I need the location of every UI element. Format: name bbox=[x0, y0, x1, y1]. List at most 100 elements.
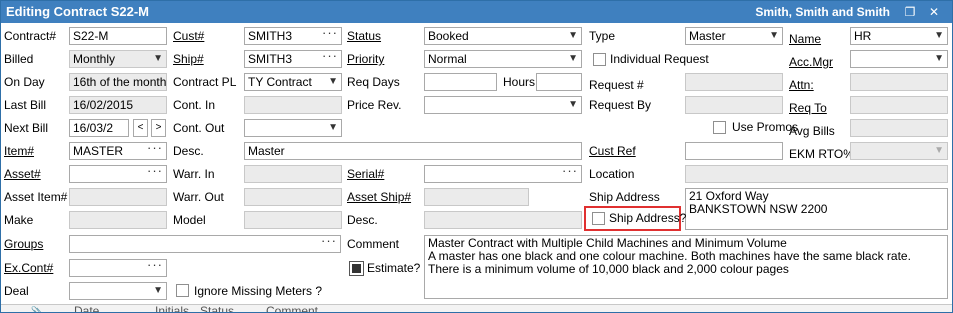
type-label: Type bbox=[589, 29, 616, 43]
company-name: Smith, Smith and Smith bbox=[755, 5, 890, 19]
lastbill-input[interactable]: 16/02/2015 bbox=[69, 96, 167, 114]
warrin-input[interactable] bbox=[244, 165, 342, 183]
groups-input[interactable]: ··· bbox=[69, 235, 341, 253]
warrout-label: Warr. Out bbox=[173, 190, 224, 204]
accmgr-select[interactable]: ▼ bbox=[850, 50, 948, 68]
requestby-label: Request By bbox=[589, 98, 652, 112]
avgbills-input[interactable] bbox=[850, 119, 948, 137]
desc2-label: Desc. bbox=[347, 213, 378, 227]
pricerev-select[interactable]: ▼ bbox=[424, 96, 582, 114]
cust-input[interactable]: SMITH3 ··· bbox=[244, 27, 342, 45]
contract-label: Contract# bbox=[4, 29, 57, 43]
use-promos-checkbox[interactable] bbox=[713, 121, 726, 134]
request-input[interactable] bbox=[685, 73, 783, 91]
custref-label: Cust Ref bbox=[589, 144, 636, 158]
status-label: Status bbox=[347, 29, 382, 43]
chevron-down-icon: ▼ bbox=[934, 145, 944, 156]
individual-request-checkbox[interactable] bbox=[593, 53, 606, 66]
item-input[interactable]: MASTER ··· bbox=[69, 142, 167, 160]
desc-input[interactable]: Master bbox=[244, 142, 582, 160]
excont-input[interactable]: ··· bbox=[69, 259, 167, 277]
assetitem-input[interactable] bbox=[69, 188, 167, 206]
ship-input[interactable]: SMITH3 ··· bbox=[244, 50, 342, 68]
attach-icon[interactable]: 📎 bbox=[31, 303, 42, 312]
lookup-icon[interactable]: ··· bbox=[321, 236, 337, 249]
priority-select[interactable]: Normal ▼ bbox=[424, 50, 582, 68]
request-label: Request # bbox=[589, 78, 644, 92]
contout-select[interactable]: ▼ bbox=[244, 119, 342, 137]
location-input[interactable] bbox=[685, 165, 948, 183]
desc2-input[interactable] bbox=[424, 211, 582, 229]
close-icon[interactable]: ✕ bbox=[926, 4, 942, 20]
grid-col-comment[interactable]: Comment bbox=[266, 303, 318, 312]
contout-label: Cont. Out bbox=[173, 121, 225, 135]
make-input[interactable] bbox=[69, 211, 167, 229]
make-label: Make bbox=[4, 213, 34, 227]
priority-label: Priority bbox=[347, 52, 385, 66]
attn-label: Attn: bbox=[789, 78, 814, 92]
cust-label: Cust# bbox=[173, 29, 205, 43]
item-label: Item# bbox=[4, 144, 35, 158]
nextbill-input[interactable]: 16/03/2 bbox=[69, 119, 129, 137]
hours-label: Hours bbox=[503, 75, 536, 89]
chevron-down-icon: ▼ bbox=[568, 53, 578, 64]
ignore-meters-checkbox[interactable] bbox=[176, 284, 189, 297]
prev-date-button[interactable]: < bbox=[133, 119, 148, 137]
next-date-button[interactable]: > bbox=[151, 119, 166, 137]
contractpl-select[interactable]: TY Contract ▼ bbox=[244, 73, 342, 91]
estimate-checkbox[interactable] bbox=[349, 261, 364, 276]
ship-address-checkbox[interactable] bbox=[592, 212, 605, 225]
reqdays-input[interactable] bbox=[424, 73, 497, 91]
grid-col-initials[interactable]: Initials bbox=[155, 303, 189, 312]
name-select[interactable]: HR ▼ bbox=[850, 27, 948, 45]
warrout-input[interactable] bbox=[244, 188, 342, 206]
ship-address-check-label: Ship Address? bbox=[609, 211, 687, 225]
contract-window: Editing Contract S22-M Smith, Smith and … bbox=[0, 0, 953, 313]
lookup-icon[interactable]: ··· bbox=[322, 28, 338, 41]
grid-col-date[interactable]: Date bbox=[74, 303, 99, 312]
item-value: MASTER bbox=[73, 144, 124, 158]
cust-value: SMITH3 bbox=[248, 29, 293, 43]
model-label: Model bbox=[173, 213, 206, 227]
contractpl-value: TY Contract bbox=[248, 75, 312, 89]
onday-input[interactable]: 16th of the month bbox=[69, 73, 167, 91]
serial-label: Serial# bbox=[347, 167, 385, 181]
chevron-down-icon: ▼ bbox=[568, 30, 578, 41]
chevron-down-icon: ▼ bbox=[328, 122, 338, 133]
pricerev-label: Price Rev. bbox=[347, 98, 402, 112]
status-select[interactable]: Booked ▼ bbox=[424, 27, 582, 45]
attn-input[interactable] bbox=[850, 73, 948, 91]
comment-textarea[interactable]: Master Contract with Multiple Child Mach… bbox=[424, 235, 948, 299]
lookup-icon[interactable]: ··· bbox=[147, 143, 163, 156]
restore-icon[interactable]: ❐ bbox=[902, 4, 918, 20]
type-value: Master bbox=[689, 29, 726, 43]
contin-input[interactable] bbox=[244, 96, 342, 114]
type-select[interactable]: Master ▼ bbox=[685, 27, 783, 45]
deal-label: Deal bbox=[4, 284, 29, 298]
ship-address-textarea[interactable]: 21 Oxford Way BANKSTOWN NSW 2200 bbox=[685, 188, 948, 230]
lookup-icon[interactable]: ··· bbox=[147, 260, 163, 273]
reqdays-label: Req Days bbox=[347, 75, 400, 89]
hours-input[interactable] bbox=[536, 73, 582, 91]
reqto-input[interactable] bbox=[850, 96, 948, 114]
assetship-input[interactable] bbox=[424, 188, 529, 206]
lookup-icon[interactable]: ··· bbox=[147, 166, 163, 179]
serial-input[interactable]: ··· bbox=[424, 165, 582, 183]
ekm-label: EKM RTO% bbox=[789, 147, 854, 161]
deal-select[interactable]: ▼ bbox=[69, 282, 167, 300]
custref-input[interactable] bbox=[685, 142, 783, 160]
reqto-label: Req To bbox=[789, 101, 827, 115]
lookup-icon[interactable]: ··· bbox=[562, 166, 578, 179]
requestby-input[interactable] bbox=[685, 96, 783, 114]
status-value: Booked bbox=[428, 29, 469, 43]
billed-select[interactable]: Monthly ▼ bbox=[69, 50, 167, 68]
groups-label: Groups bbox=[4, 237, 44, 251]
lookup-icon[interactable]: ··· bbox=[322, 51, 338, 64]
ekm-select[interactable]: ▼ bbox=[850, 142, 948, 160]
grid-col-status[interactable]: Status bbox=[200, 303, 234, 312]
model-input[interactable] bbox=[244, 211, 342, 229]
contract-input[interactable]: S22-M bbox=[69, 27, 167, 45]
asset-input[interactable]: ··· bbox=[69, 165, 167, 183]
desc-label: Desc. bbox=[173, 144, 204, 158]
title-bar: Editing Contract S22-M Smith, Smith and … bbox=[1, 1, 952, 23]
